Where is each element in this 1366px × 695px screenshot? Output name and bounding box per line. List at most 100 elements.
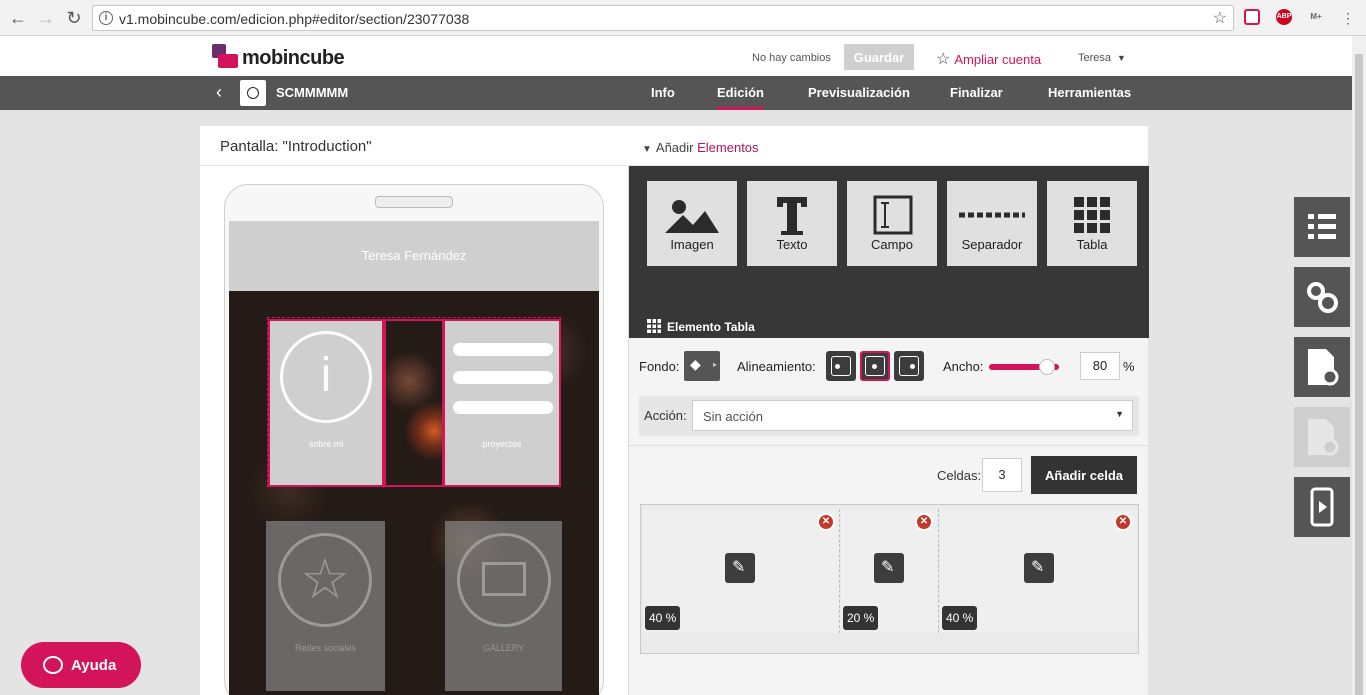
user-menu[interactable]: Teresa ▼: [1078, 52, 1126, 64]
user-name: Teresa: [1078, 52, 1112, 64]
table-cell[interactable]: ✕ ✎ 20 %: [841, 509, 939, 633]
elements-link[interactable]: Elementos: [697, 140, 758, 155]
width-slider-knob[interactable]: [1039, 359, 1055, 375]
reload-icon[interactable]: ↻: [64, 8, 84, 28]
action-label: Acción:: [644, 408, 687, 423]
phone-frame: Teresa Fernández i sobre mi proyectos ☆ …: [224, 184, 604, 695]
tile-gallery[interactable]: GALLERY: [445, 521, 562, 691]
address-bar[interactable]: i v1.mobincube.com/edicion.php#editor/se…: [92, 5, 1234, 31]
table-icon: [1074, 197, 1110, 233]
paint-bucket-icon: ◆: [690, 356, 701, 372]
cell-width-badge: 40 %: [645, 606, 681, 630]
pocket-extension-icon[interactable]: [1244, 9, 1260, 25]
tab-finalizar[interactable]: Finalizar: [950, 76, 1003, 110]
add-elements-toggle[interactable]: ▼ Añadir Elementos: [642, 140, 759, 155]
settings-tool-button[interactable]: [1294, 267, 1350, 327]
cell-width-badge: 40 %: [942, 606, 978, 630]
tile-redes-sociales[interactable]: ☆ Redes sociales: [266, 521, 385, 691]
help-label: Ayuda: [71, 656, 117, 674]
delete-cell-icon[interactable]: ✕: [1114, 513, 1132, 531]
delete-cell-icon[interactable]: ✕: [817, 513, 835, 531]
list-line: [453, 401, 553, 414]
add-separator-button[interactable]: Separador: [947, 181, 1037, 266]
caret-right-icon: ▸: [712, 360, 717, 369]
align-left-button[interactable]: [826, 351, 856, 381]
phone-preview-area: Teresa Fernández i sobre mi proyectos ☆ …: [200, 166, 628, 695]
width-input[interactable]: 80: [1080, 352, 1120, 380]
phone-background: i sobre mi proyectos ☆ Redes sociales GA…: [229, 291, 599, 695]
tile-proyectos[interactable]: proyectos: [443, 319, 561, 487]
phone-header[interactable]: Teresa Fernández: [229, 221, 599, 291]
tile-sobre-mi[interactable]: i sobre mi: [268, 319, 384, 487]
add-image-button[interactable]: Imagen: [647, 181, 737, 266]
preview-tool-button[interactable]: [1294, 477, 1350, 537]
star-icon: ☆: [278, 533, 372, 627]
table-cell[interactable]: ✕ ✎ 40 %: [643, 509, 840, 633]
separator-icon: [959, 212, 1025, 218]
triangle-down-icon: ▼: [642, 144, 652, 155]
fondo-label: Fondo:: [639, 359, 680, 374]
chevron-left-icon[interactable]: ‹: [216, 82, 222, 103]
divider: [629, 445, 1149, 446]
upgrade-account-link[interactable]: ☆ Ampliar cuenta: [936, 49, 1041, 69]
page-scrollbar[interactable]: [1352, 36, 1366, 695]
help-button[interactable]: Ayuda: [21, 642, 141, 688]
tile-label: Redes sociales: [294, 643, 357, 653]
bookmark-star-icon[interactable]: ☆: [1213, 8, 1227, 28]
action-value: Sin acción: [703, 409, 763, 424]
add-field-button[interactable]: Campo: [847, 181, 937, 266]
tab-previsualizacion[interactable]: Previsualización: [808, 76, 910, 110]
save-button[interactable]: Guardar: [844, 44, 914, 70]
delete-cell-icon[interactable]: ✕: [915, 513, 933, 531]
tile-spacer[interactable]: [384, 319, 444, 487]
upgrade-label: Ampliar cuenta: [954, 52, 1042, 67]
m-plus-extension-icon[interactable]: M+: [1308, 9, 1324, 25]
card-header: Pantalla: "Introduction" ▼ Añadir Element…: [200, 126, 1148, 166]
action-select[interactable]: Sin acción ▼: [692, 400, 1133, 431]
background-color-picker[interactable]: ◆ ▸: [684, 351, 720, 381]
star-outline-icon: ☆: [936, 51, 951, 68]
add-cell-button[interactable]: Añadir celda: [1031, 456, 1137, 494]
align-label: Alineamiento:: [737, 359, 816, 374]
add-text-button[interactable]: Texto: [747, 181, 837, 266]
phone-speaker: [375, 196, 453, 208]
tab-edicion[interactable]: Edición: [717, 76, 764, 110]
cell-width-badge: 20 %: [843, 606, 879, 630]
table-cell[interactable]: ✕ ✎ 40 %: [940, 509, 1137, 633]
width-unit: %: [1123, 359, 1135, 374]
action-row: Acción: Sin acción ▼: [639, 396, 1139, 436]
grid-icon: [647, 319, 661, 333]
add-table-button[interactable]: Tabla: [1047, 181, 1137, 266]
structure-tool-button[interactable]: [1294, 197, 1350, 257]
list-icon: [453, 343, 553, 356]
tab-info[interactable]: Info: [651, 76, 675, 110]
list-icon: [1308, 214, 1336, 239]
tile-label: GALLERY: [482, 643, 525, 653]
app-icon: [240, 80, 266, 106]
gears-icon: [1307, 282, 1338, 313]
section-title: Elemento Tabla: [647, 319, 755, 334]
back-arrow-icon[interactable]: ←: [8, 8, 28, 28]
forward-arrow-icon[interactable]: →: [36, 8, 56, 28]
text-icon: [777, 197, 807, 235]
info-icon: i: [280, 331, 372, 423]
pencil-icon[interactable]: ✎: [1024, 553, 1054, 583]
cells-label: Celdas:: [937, 468, 982, 483]
align-right-button[interactable]: [894, 351, 924, 381]
list-line: [453, 371, 553, 384]
section-title-text: Elemento Tabla: [667, 320, 755, 334]
table-gear-icon: [1308, 419, 1339, 456]
element-palette: Imagen Texto Campo Separador Tabla Eleme…: [629, 166, 1149, 338]
tab-herramientas[interactable]: Herramientas: [1048, 76, 1131, 110]
align-center-button[interactable]: [860, 351, 890, 381]
page-settings-tool-button[interactable]: [1294, 337, 1350, 397]
adblock-extension-icon[interactable]: ABP: [1276, 9, 1292, 25]
site-info-icon[interactable]: i: [99, 11, 113, 25]
cells-count-input[interactable]: 3: [982, 458, 1022, 492]
phone-screen[interactable]: Teresa Fernández i sobre mi proyectos ☆ …: [229, 221, 599, 695]
document-gear-icon: [1308, 349, 1339, 386]
browser-menu-icon[interactable]: ⋮: [1338, 8, 1358, 28]
pencil-icon[interactable]: ✎: [725, 553, 755, 583]
table-settings-tool-button[interactable]: [1294, 407, 1350, 467]
pencil-icon[interactable]: ✎: [874, 553, 904, 583]
